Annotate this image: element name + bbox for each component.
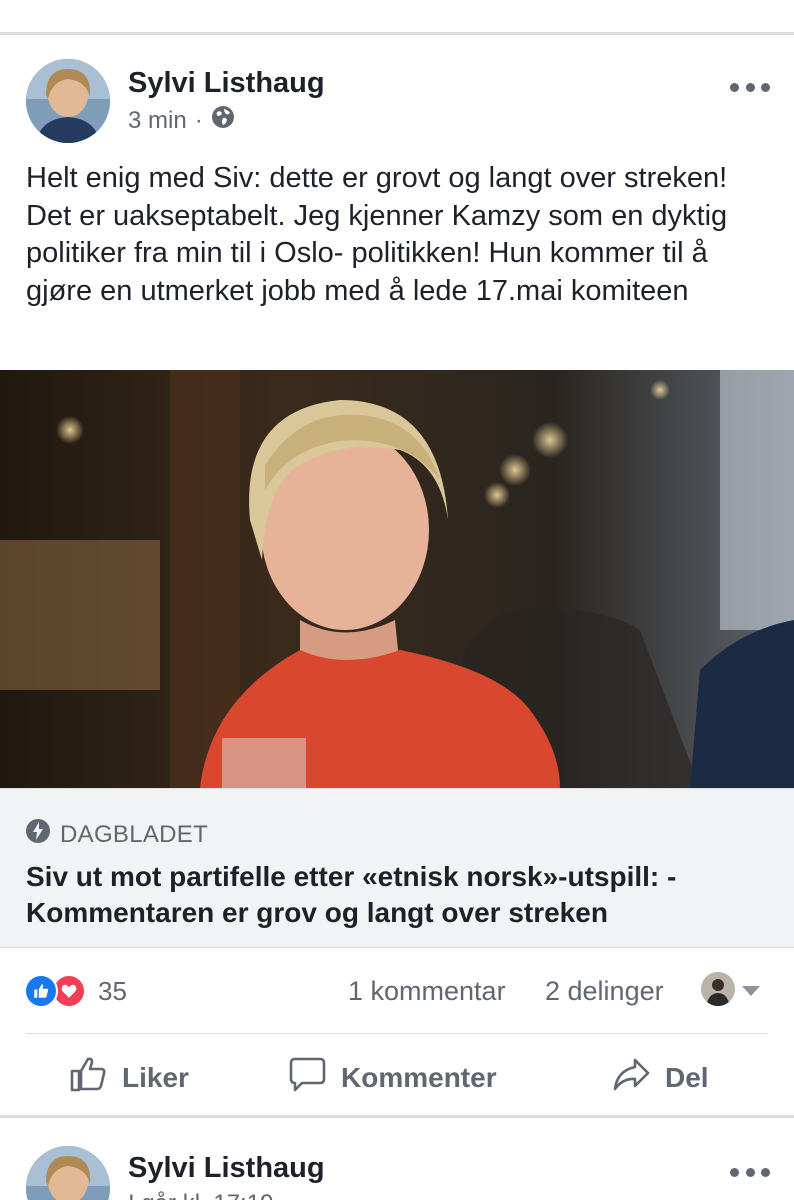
avatar[interactable]	[26, 59, 110, 143]
action-divider	[26, 1033, 768, 1034]
post-text: Helt enig med Siv: dette er grovt og lan…	[26, 162, 728, 307]
post-header: Sylvi Listhaug 3 min ·	[0, 55, 794, 145]
link-preview[interactable]: DAGBLADET Siv ut mot partifelle etter «e…	[0, 788, 794, 948]
link-source-row: DAGBLADET	[26, 819, 208, 850]
like-label: Liker	[122, 1061, 189, 1093]
share-button[interactable]: Del	[611, 1054, 709, 1101]
thumbs-up-icon	[68, 1054, 108, 1101]
share-label: Del	[665, 1061, 709, 1093]
link-title[interactable]: Siv ut mot partifelle etter «etnisk nors…	[26, 859, 776, 931]
next-post-time[interactable]: I går kl. 17:19	[128, 1190, 273, 1200]
post-actions: Liker Kommenter Del	[0, 1040, 794, 1114]
like-button[interactable]: Liker	[68, 1054, 189, 1101]
post-stats: 35 1 kommentar 2 delinger	[0, 968, 794, 1014]
comment-label: Kommenter	[341, 1061, 497, 1093]
like-icon	[24, 974, 58, 1008]
reaction-count: 35	[98, 975, 127, 1006]
comment-icon	[287, 1054, 327, 1101]
shares-count[interactable]: 2 delinger	[545, 976, 664, 1007]
post-separator-2	[0, 1115, 794, 1118]
more-icon[interactable]	[730, 75, 770, 99]
globe-icon	[211, 105, 235, 136]
next-post-header: Sylvi Listhaug I går kl. 17:19	[0, 1142, 794, 1200]
author-name[interactable]: Sylvi Listhaug	[128, 67, 325, 100]
meta-dot: ·	[194, 106, 203, 134]
reactions-summary[interactable]: 35	[24, 974, 127, 1008]
next-author-name[interactable]: Sylvi Listhaug	[128, 1152, 325, 1185]
next-post-meta: I går kl. 17:19	[128, 1190, 273, 1200]
post-separator	[0, 32, 794, 35]
caret-down-icon[interactable]	[742, 986, 760, 996]
post-time[interactable]: 3 min	[128, 107, 187, 135]
next-more-icon[interactable]	[730, 1160, 770, 1184]
top-gap	[0, 0, 794, 32]
link-source: DAGBLADET	[60, 820, 209, 848]
viewer-avatar[interactable]	[701, 972, 735, 1006]
next-avatar[interactable]	[26, 1146, 110, 1200]
comment-button[interactable]: Kommenter	[287, 1054, 497, 1101]
comments-count[interactable]: 1 kommentar	[348, 976, 506, 1007]
share-icon	[611, 1054, 651, 1101]
link-image[interactable]	[0, 370, 794, 788]
post-meta: 3 min ·	[128, 105, 235, 136]
bolt-icon	[26, 819, 50, 850]
